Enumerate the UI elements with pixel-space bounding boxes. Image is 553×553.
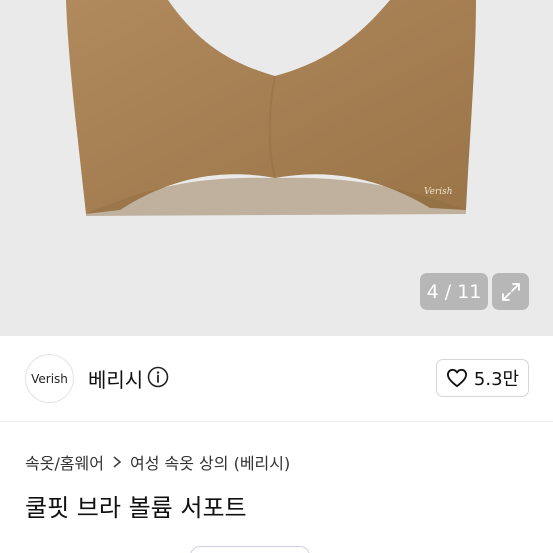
seller-name[interactable]: 베리시 — [88, 364, 143, 393]
breadcrumb-subcategory[interactable]: 여성 속옷 상의 (베리시) — [130, 450, 290, 474]
image-counter-label: 4 / 11 — [426, 280, 482, 303]
partial-badge — [190, 546, 310, 553]
avatar-text: Verish — [31, 371, 68, 386]
breadcrumb-category[interactable]: 속옷/홈웨어 — [25, 450, 104, 474]
like-count: 5.3만 — [473, 369, 520, 390]
seller-avatar[interactable]: Verish — [25, 354, 74, 403]
image-counter: 4 / 11 — [420, 273, 488, 310]
chevron-right-icon — [112, 455, 122, 469]
brand-logo: Verish — [424, 187, 453, 197]
seller-row: Verish 베리시 5.3만 — [0, 336, 553, 422]
expand-image-button[interactable] — [492, 273, 529, 310]
heart-icon — [446, 368, 467, 388]
product-image-gallery[interactable]: Verish 4 / 11 — [0, 0, 553, 336]
expand-icon — [501, 282, 520, 301]
product-title: 쿨핏 브라 볼륨 서포트 — [25, 494, 247, 522]
breadcrumb: 속옷/홈웨어 여성 속옷 상의 (베리시) — [25, 450, 290, 474]
like-button[interactable]: 5.3만 — [436, 359, 529, 397]
info-icon[interactable] — [147, 366, 169, 388]
